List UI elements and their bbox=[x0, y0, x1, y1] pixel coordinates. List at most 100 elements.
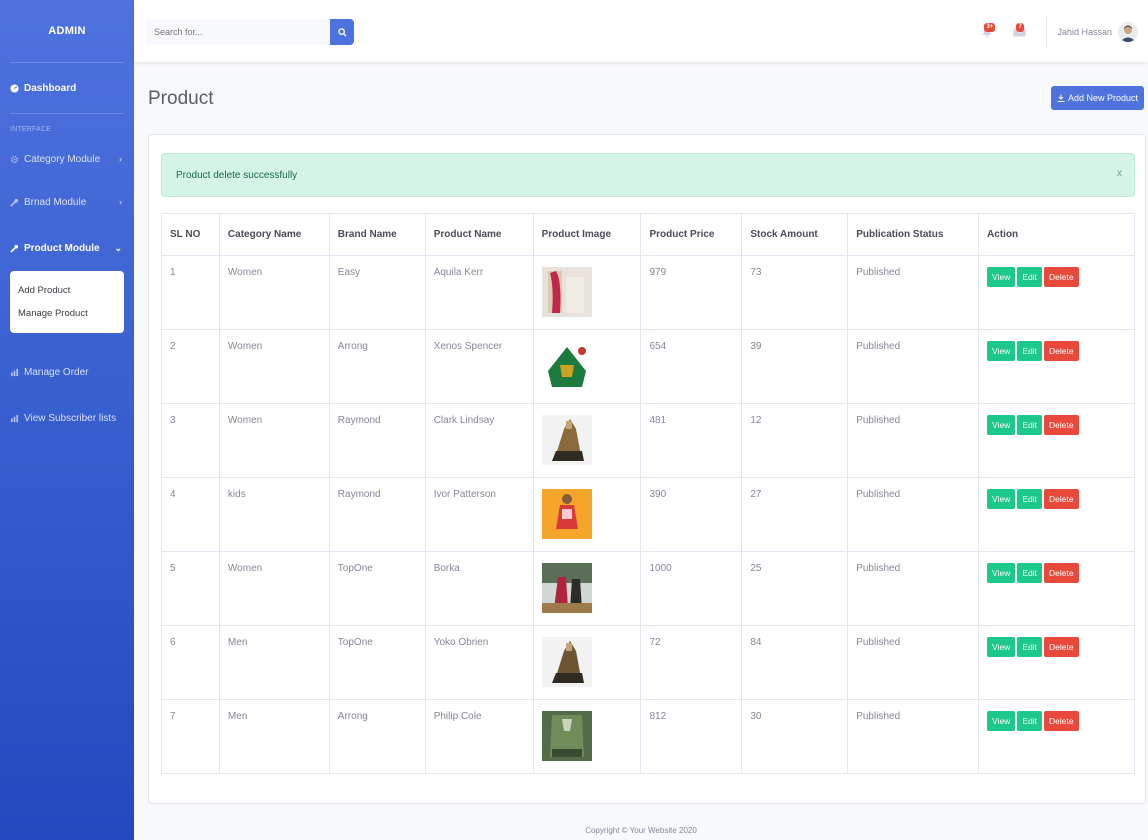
topbar: 3+ 7 Jahid Hassan bbox=[134, 0, 1148, 62]
edit-button[interactable]: Edit bbox=[1017, 711, 1042, 731]
sidebar-item-brand-module[interactable]: Brnad Module › bbox=[0, 179, 134, 225]
chart-icon bbox=[10, 414, 24, 423]
action-buttons: View Edit Delete bbox=[987, 637, 1126, 657]
action-buttons: View Edit Delete bbox=[987, 341, 1126, 361]
delete-button[interactable]: Delete bbox=[1043, 415, 1079, 435]
edit-button[interactable]: Edit bbox=[1017, 637, 1042, 657]
search-icon bbox=[337, 27, 347, 37]
user-avatar-icon bbox=[1120, 25, 1136, 42]
wrench-icon bbox=[10, 244, 24, 253]
cell-stock: 25 bbox=[741, 551, 849, 626]
cell-brand: Arrong bbox=[328, 699, 426, 774]
product-card: Product delete successfully x SL NO Cate… bbox=[148, 134, 1146, 804]
topbar-divider bbox=[1046, 18, 1048, 46]
cell-stock: 84 bbox=[741, 625, 849, 700]
table-row: 4 kids Raymond Ivor Patterson 390 27 Published… bbox=[161, 477, 1135, 552]
cell-category: Women bbox=[218, 255, 330, 330]
view-button[interactable]: View bbox=[987, 267, 1016, 287]
submenu-add-product[interactable]: Add Product bbox=[10, 279, 124, 302]
topbar-right: 3+ 7 Jahid Hassan bbox=[968, 18, 1138, 46]
cell-brand: Raymond bbox=[328, 403, 426, 478]
chevron-down-icon: ⌄ bbox=[114, 242, 122, 253]
sidebar-item-product-module[interactable]: Product Module ⌄ bbox=[0, 225, 134, 271]
cell-sl-no: 7 bbox=[161, 699, 220, 774]
sidebar-item-dashboard[interactable]: Dashboard bbox=[0, 63, 134, 113]
cell-status: Published bbox=[847, 255, 980, 330]
user-name[interactable]: Jahid Hassan bbox=[1057, 27, 1112, 37]
delete-button[interactable]: Delete bbox=[1043, 267, 1079, 287]
sidebar-item-subscriber-lists[interactable]: View Subscriber lists bbox=[0, 395, 134, 441]
action-buttons: View Edit Delete bbox=[987, 563, 1126, 583]
col-sl-no: SL NO bbox=[161, 213, 220, 256]
sidebar-item-manage-order[interactable]: Manage Order bbox=[0, 349, 134, 395]
delete-button[interactable]: Delete bbox=[1043, 563, 1079, 583]
cell-category: Men bbox=[218, 625, 330, 700]
delete-button[interactable]: Delete bbox=[1043, 341, 1079, 361]
cell-stock: 27 bbox=[741, 477, 849, 552]
close-icon[interactable]: x bbox=[1117, 168, 1122, 179]
col-product-name: Product Name bbox=[424, 213, 534, 256]
product-thumbnail bbox=[541, 415, 633, 465]
download-icon bbox=[1057, 94, 1065, 102]
cell-price: 654 bbox=[640, 329, 743, 404]
view-button[interactable]: View bbox=[987, 637, 1016, 657]
cell-product-image bbox=[532, 551, 642, 626]
cell-category: Women bbox=[218, 329, 330, 404]
sidebar: ADMIN Dashboard INTERFACE Category Modul… bbox=[0, 0, 134, 840]
cell-category: Men bbox=[218, 699, 330, 774]
sidebar-item-category-module[interactable]: Category Module › bbox=[0, 139, 134, 179]
sidebar-item-label: Dashboard bbox=[24, 82, 77, 94]
delete-button[interactable]: Delete bbox=[1043, 637, 1079, 657]
edit-button[interactable]: Edit bbox=[1017, 341, 1042, 361]
submenu-manage-product[interactable]: Manage Product bbox=[10, 302, 124, 325]
chevron-right-icon: › bbox=[119, 154, 122, 164]
view-button[interactable]: View bbox=[987, 415, 1016, 435]
view-button[interactable]: View bbox=[987, 563, 1016, 583]
cell-brand: Raymond bbox=[328, 477, 426, 552]
cell-action: View Edit Delete bbox=[978, 329, 1135, 404]
cell-brand: Easy bbox=[328, 255, 426, 330]
cell-stock: 73 bbox=[741, 255, 849, 330]
delete-button[interactable]: Delete bbox=[1043, 489, 1079, 509]
messages-badge: 7 bbox=[1016, 23, 1024, 32]
cell-product-image bbox=[532, 403, 642, 478]
action-buttons: View Edit Delete bbox=[987, 711, 1126, 731]
cell-sl-no: 2 bbox=[161, 329, 220, 404]
sidebar-brand[interactable]: ADMIN bbox=[0, 0, 134, 62]
success-alert: Product delete successfully x bbox=[161, 153, 1135, 197]
search-bar bbox=[146, 19, 354, 45]
view-button[interactable]: View bbox=[987, 489, 1016, 509]
sidebar-item-label: Product Module bbox=[24, 242, 100, 254]
cell-category: kids bbox=[218, 477, 330, 552]
cell-product-name: Borka bbox=[424, 551, 534, 626]
view-button[interactable]: View bbox=[987, 711, 1016, 731]
chart-icon bbox=[10, 368, 24, 377]
search-input[interactable] bbox=[146, 19, 330, 45]
sidebar-item-label: Brnad Module bbox=[24, 196, 87, 208]
avatar[interactable] bbox=[1118, 22, 1138, 42]
cell-product-image bbox=[532, 477, 642, 552]
delete-button[interactable]: Delete bbox=[1043, 711, 1079, 731]
product-thumbnail bbox=[541, 637, 633, 687]
action-buttons: View Edit Delete bbox=[987, 415, 1126, 435]
cell-status: Published bbox=[847, 625, 980, 700]
cell-brand: TopOne bbox=[328, 625, 426, 700]
edit-button[interactable]: Edit bbox=[1017, 415, 1042, 435]
edit-button[interactable]: Edit bbox=[1017, 489, 1042, 509]
edit-button[interactable]: Edit bbox=[1017, 563, 1042, 583]
search-button[interactable] bbox=[330, 19, 354, 45]
cell-stock: 30 bbox=[741, 699, 849, 774]
add-new-product-button[interactable]: Add New Product bbox=[1050, 86, 1144, 110]
sidebar-heading: INTERFACE bbox=[10, 126, 52, 133]
alerts-dropdown[interactable]: 3+ bbox=[974, 22, 1000, 42]
messages-dropdown[interactable]: 7 bbox=[1006, 22, 1032, 42]
edit-button[interactable]: Edit bbox=[1017, 267, 1042, 287]
table-row: 7 Men Arrong Philip Cole 812 30 Published View E… bbox=[161, 699, 1135, 774]
table-row: 1 Women Easy Aquila Kerr 979 73 Published View E… bbox=[161, 255, 1135, 330]
view-button[interactable]: View bbox=[987, 341, 1016, 361]
product-thumbnail bbox=[541, 711, 633, 761]
cell-price: 812 bbox=[640, 699, 743, 774]
cell-sl-no: 5 bbox=[161, 551, 220, 626]
footer-copyright: Copyright © Your Website 2020 bbox=[585, 826, 697, 835]
cell-sl-no: 4 bbox=[161, 477, 220, 552]
